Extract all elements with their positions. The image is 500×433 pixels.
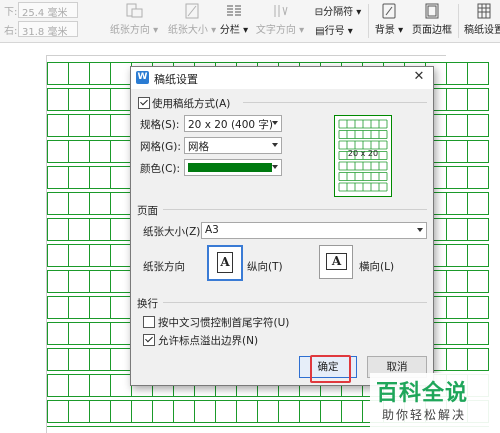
chevron-down-icon (272, 165, 278, 169)
manuscript-settings-label: 稿纸设置 (464, 25, 500, 36)
highlight-box (310, 355, 351, 383)
orientation-label: 纸张方向 (143, 261, 185, 273)
page-margin-guide (46, 55, 446, 56)
portrait-page-icon: A (217, 252, 233, 273)
grid-value: 网格 (188, 141, 209, 153)
page-border-icon (425, 3, 439, 19)
columns-label: 分栏 ▾ (219, 25, 249, 36)
paper-size-label: 纸张大小 ▾ (167, 25, 217, 36)
portrait-option[interactable]: A (207, 245, 243, 281)
wrap-chinese-label: 按中文习惯控制首尾字符(U) (158, 317, 290, 329)
ribbon-divider (458, 4, 459, 38)
chevron-down-icon (417, 228, 423, 232)
color-swatch (188, 163, 272, 172)
wrap-section-label: 换行 (137, 298, 158, 310)
portrait-label: 纵向(T) (247, 261, 283, 273)
watermark-title: 百科全说 (376, 381, 469, 406)
watermark-subtitle: 助你轻松解决 (382, 408, 467, 422)
dialog-titlebar[interactable]: W 稿纸设置 ✕ (131, 67, 433, 89)
separator-button[interactable]: ⊟分隔符 ▾ (308, 0, 368, 20)
watermark: 百科全说 助你轻松解决 (370, 373, 500, 433)
close-button[interactable]: ✕ (407, 67, 431, 88)
allow-punct-label: 允许标点溢出边界(N) (158, 335, 259, 347)
background-button[interactable]: 背景 ▾ (372, 0, 406, 42)
spec-label: 规格(S): (140, 119, 180, 131)
columns-icon (227, 5, 241, 16)
page-border-button[interactable]: 页面边框 (410, 0, 454, 42)
background-icon (382, 3, 396, 19)
wrap-chinese-checkbox[interactable] (143, 316, 155, 328)
manuscript-settings-button[interactable]: 稿纸设置 (462, 0, 500, 42)
manuscript-icon (477, 3, 491, 19)
preview-label: 20 x 20 (347, 149, 379, 158)
dialog-title: 稿纸设置 (154, 73, 198, 86)
paper-size-icon (185, 3, 199, 19)
text-direction-icon (274, 5, 288, 17)
margin-bottom-field[interactable]: 下: 25.4 毫米 (0, 2, 100, 19)
separator-icon: ⊟ (314, 7, 324, 18)
line-number-icon: ▤ (315, 26, 325, 37)
margin-bottom-value: 25.4 毫米 (22, 8, 68, 19)
color-select[interactable] (184, 159, 282, 176)
paper-size-label: 纸张大小(Z): (143, 226, 204, 238)
allow-punct-checkbox[interactable] (143, 334, 155, 346)
grid-preview: 20 x 20 (334, 115, 392, 197)
grid-select[interactable]: 网格 (184, 137, 282, 154)
ribbon-divider (368, 4, 369, 38)
margin-bottom-label: 下: (4, 7, 18, 18)
chevron-down-icon (272, 121, 278, 125)
manuscript-settings-dialog: W 稿纸设置 ✕ 使用稿纸方式(A) 规格(S): 20 x 20 (400 字… (130, 66, 434, 386)
margin-bottom-input[interactable]: 25.4 毫米 (18, 2, 78, 19)
paper-size-value: A3 (205, 224, 219, 236)
separator-text: 分隔符 ▾ (323, 7, 362, 18)
columns-button[interactable]: 分栏 ▾ (218, 0, 250, 42)
page-section-label: 页面 (137, 205, 158, 217)
margin-right-input[interactable]: 31.8 毫米 (18, 21, 78, 38)
line-number-button[interactable]: ▤行号 ▾ (308, 20, 360, 40)
margin-right-field[interactable]: 右: 31.8 毫米 (0, 21, 100, 38)
group-divider (163, 302, 427, 303)
line-number-text: 行号 ▾ (324, 26, 353, 37)
spec-value: 20 x 20 (400 字) (188, 119, 274, 131)
paper-direction-label: 纸张方向 ▾ (109, 25, 159, 36)
paper-direction-icon (126, 3, 143, 18)
text-direction-button[interactable]: 文字方向 ▾ (254, 0, 306, 42)
line-number-label: ▤行号 ▾ (308, 22, 360, 37)
use-manuscript-checkbox[interactable] (138, 97, 150, 109)
grid-label: 网格(G): (140, 141, 181, 153)
paper-direction-button[interactable]: 纸张方向 ▾ (106, 0, 162, 42)
paper-size-button[interactable]: 纸张大小 ▾ (164, 0, 220, 42)
paper-size-select[interactable]: A3 (201, 222, 427, 239)
color-label: 颜色(C): (140, 163, 181, 175)
page-border-label: 页面边框 (412, 25, 452, 36)
app-icon: W (136, 71, 149, 84)
margin-right-value: 31.8 毫米 (22, 27, 68, 38)
separator-label: ⊟分隔符 ▾ (308, 3, 368, 18)
ribbon-toolbar: 下: 25.4 毫米 右: 31.8 毫米 纸张方向 ▾ 纸张大小 ▾ 分栏 ▾… (0, 0, 500, 43)
use-manuscript-label: 使用稿纸方式(A) (152, 98, 231, 110)
background-label: 背景 ▾ (374, 25, 404, 36)
landscape-label: 横向(L) (359, 261, 395, 273)
landscape-page-icon: A (326, 253, 347, 270)
group-divider (163, 209, 427, 210)
group-divider (243, 102, 427, 103)
spec-select[interactable]: 20 x 20 (400 字) (184, 115, 282, 132)
close-icon: ✕ (413, 69, 425, 84)
text-direction-label: 文字方向 ▾ (255, 25, 305, 36)
landscape-option[interactable]: A (319, 245, 353, 279)
chevron-down-icon (272, 143, 278, 147)
margin-right-label: 右: (4, 26, 18, 37)
